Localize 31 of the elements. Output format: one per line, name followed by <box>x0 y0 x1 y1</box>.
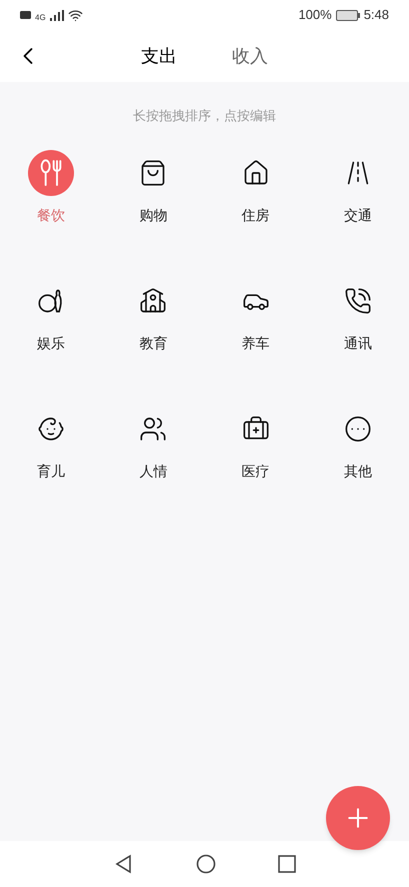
wifi-icon <box>68 8 83 22</box>
category-item[interactable]: 购物 <box>102 150 204 222</box>
recents-nav-button[interactable] <box>278 855 296 873</box>
home-nav-button[interactable] <box>196 854 216 874</box>
house-icon <box>242 159 270 187</box>
shopping-bag-icon <box>139 159 168 187</box>
category-item[interactable]: 通讯 <box>306 278 409 350</box>
category-item[interactable]: 住房 <box>204 150 307 222</box>
battery-icon <box>336 10 360 20</box>
phone-icon <box>344 287 372 315</box>
network-type: 4G <box>35 14 46 22</box>
tab[interactable]: 支出 <box>141 42 177 70</box>
category-item[interactable]: 教育 <box>102 278 204 350</box>
signal-icon <box>50 10 64 20</box>
category-item[interactable]: 其他 <box>306 406 409 478</box>
baby-face-icon <box>37 415 66 443</box>
school-icon <box>139 287 168 315</box>
category-item[interactable]: 医疗 <box>204 406 307 478</box>
people-icon <box>139 415 168 443</box>
hint-text: 长按拖拽排序，点按编辑 <box>133 107 276 126</box>
back-nav-button[interactable] <box>114 854 134 874</box>
category-item[interactable]: 交通 <box>306 150 409 222</box>
tab[interactable]: 收入 <box>232 42 268 70</box>
battery-level: 100% <box>298 6 332 24</box>
category-item[interactable]: 育儿 <box>0 406 102 478</box>
more-icon <box>344 415 372 443</box>
clock: 5:48 <box>364 6 389 24</box>
category-item[interactable]: 人情 <box>102 406 204 478</box>
category-item[interactable]: 娱乐 <box>0 278 102 350</box>
category-item[interactable]: 养车 <box>204 278 307 350</box>
add-button[interactable] <box>326 786 390 850</box>
